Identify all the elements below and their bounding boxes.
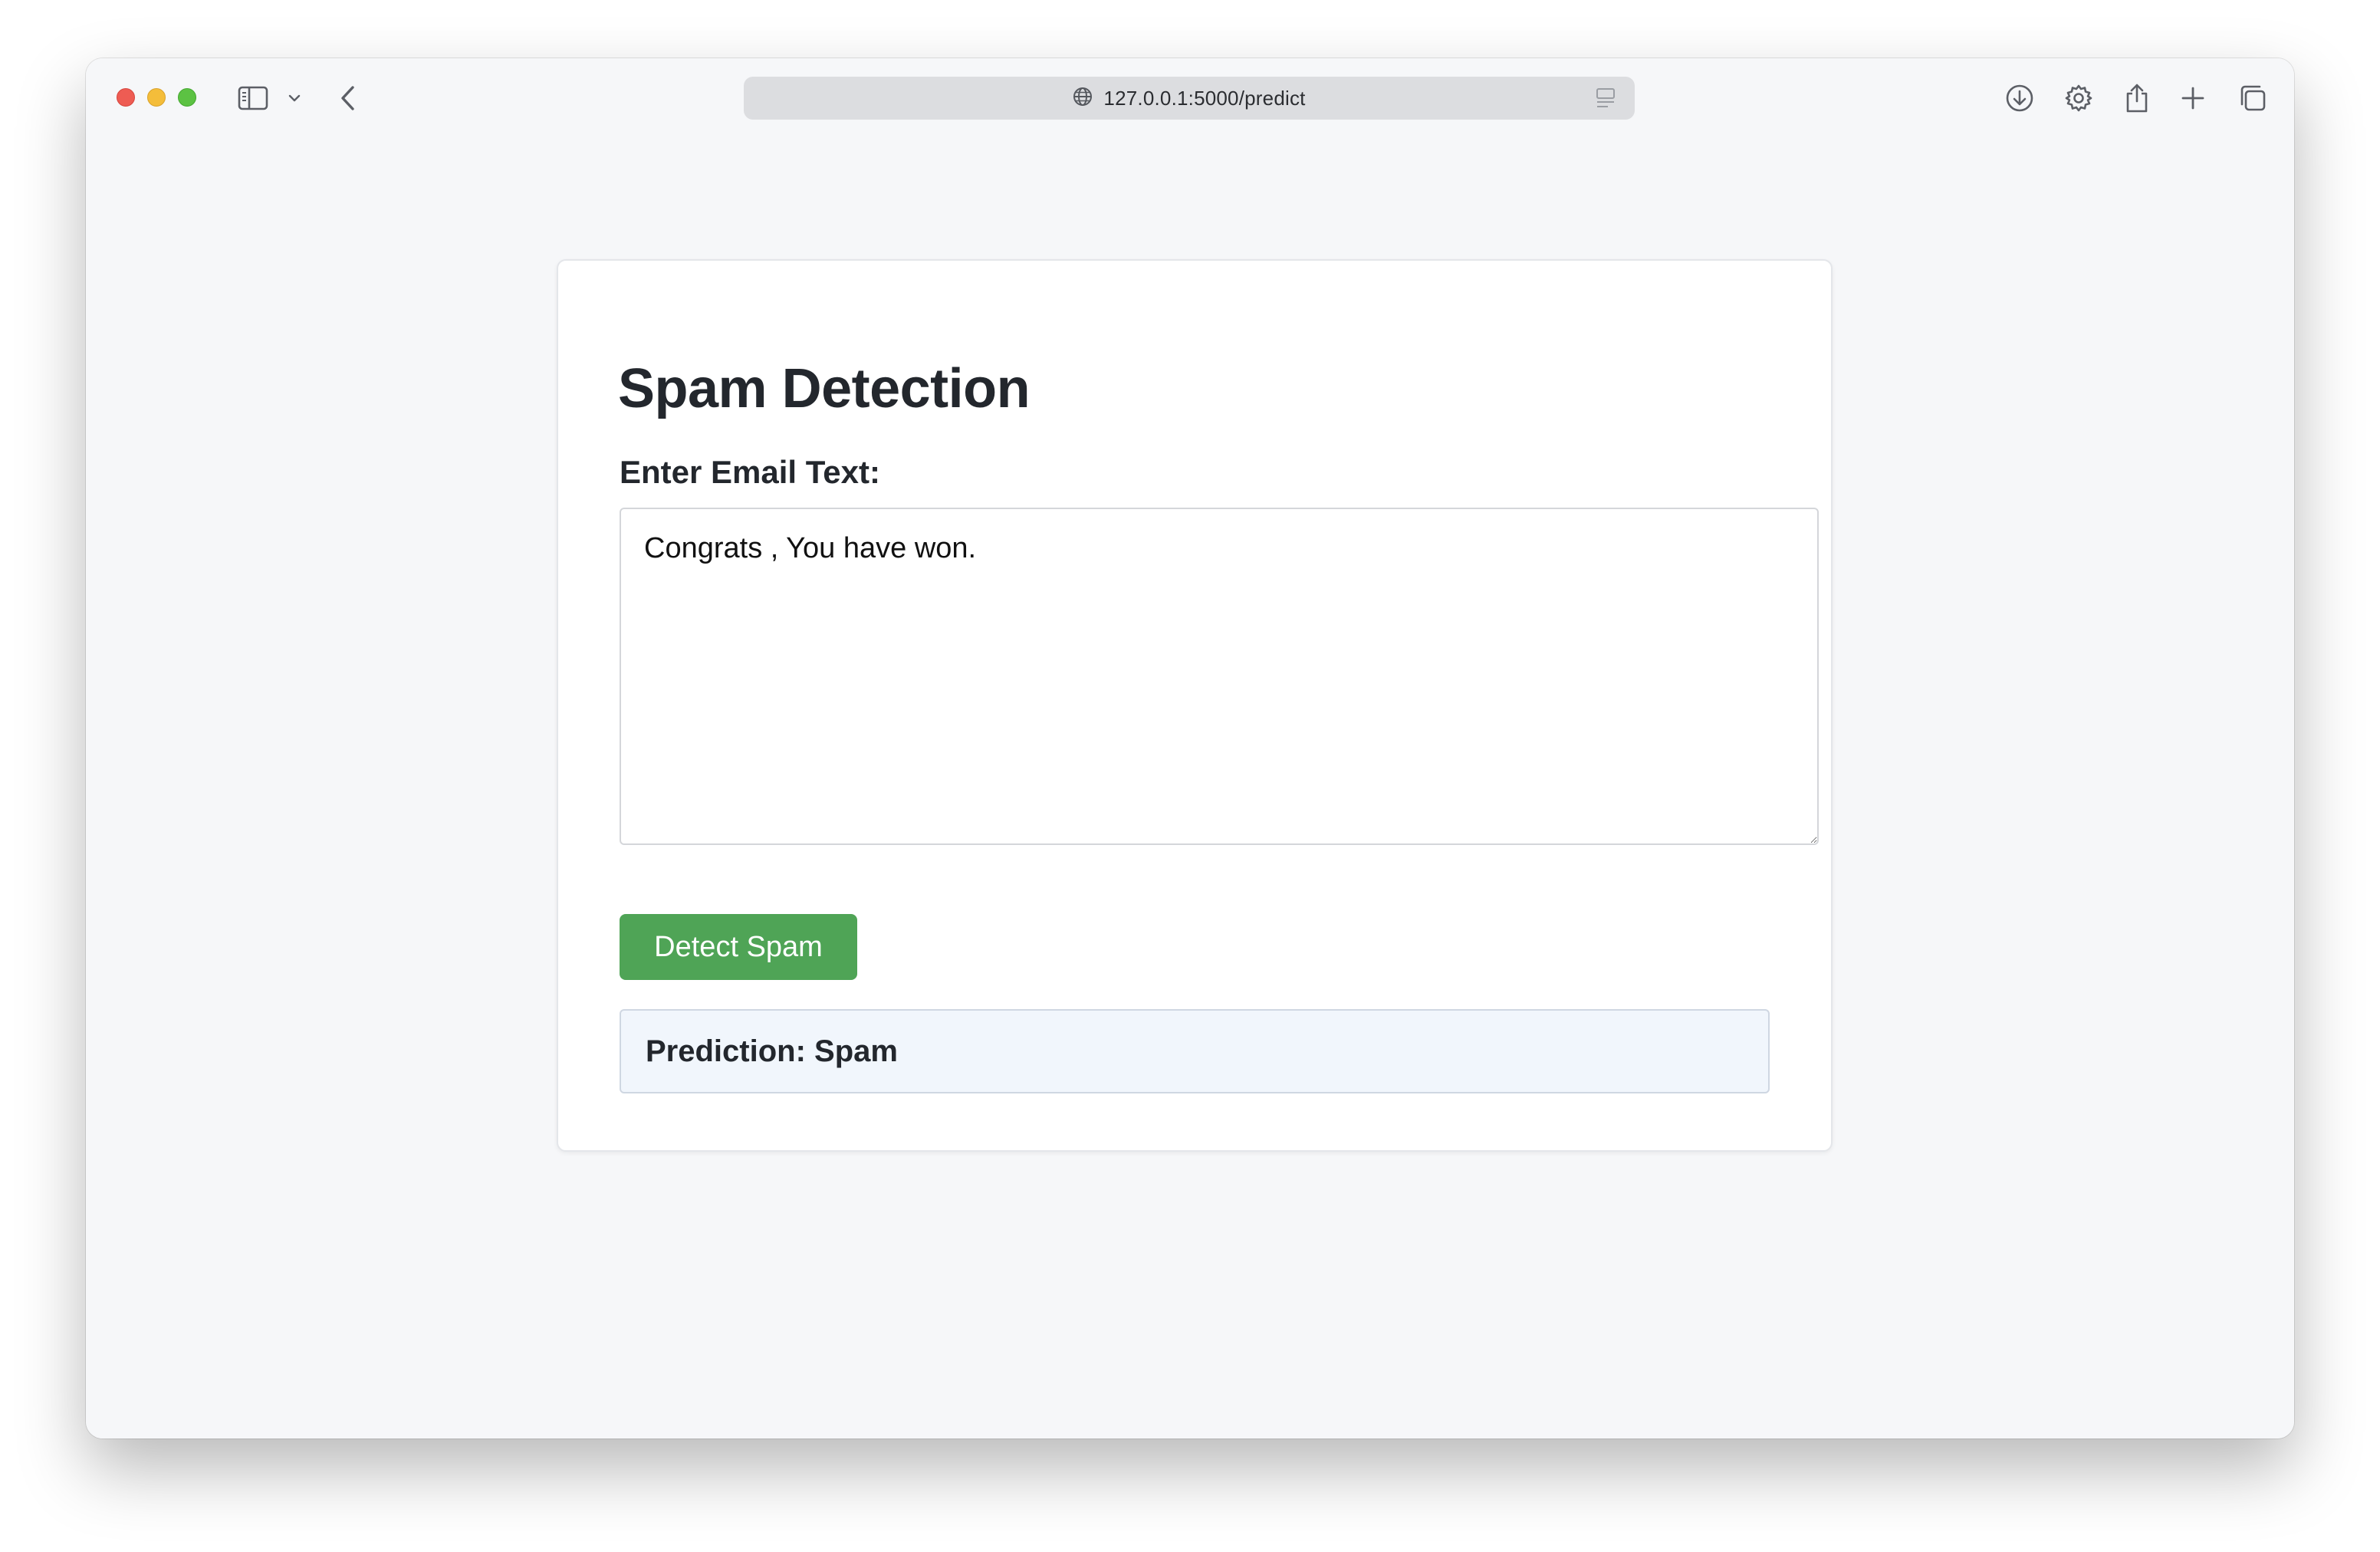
browser-toolbar: 127.0.0.1:5000/predict: [86, 58, 2294, 138]
page-title: Spam Detection: [618, 358, 1031, 419]
gear-icon[interactable]: [2062, 81, 2096, 115]
prediction-text: Prediction: Spam: [646, 1034, 898, 1068]
minimize-window-button[interactable]: [147, 88, 166, 107]
zoom-window-button[interactable]: [178, 88, 196, 107]
spam-form-card: Spam Detection Enter Email Text: Congrat…: [557, 259, 1833, 1152]
reader-icon[interactable]: [1595, 87, 1616, 109]
back-arrow-icon[interactable]: [333, 81, 363, 115]
chevron-down-icon[interactable]: [284, 89, 305, 107]
sidebar-icon[interactable]: [236, 84, 270, 112]
email-text-input[interactable]: Congrats , You have won.: [620, 508, 1819, 845]
prediction-result: Prediction: Spam: [620, 1009, 1770, 1093]
email-text-label: Enter Email Text:: [620, 454, 880, 490]
download-icon[interactable]: [2003, 81, 2036, 115]
globe-icon: [1073, 87, 1093, 110]
address-bar[interactable]: 127.0.0.1:5000/predict: [744, 77, 1635, 120]
url-text: 127.0.0.1:5000/predict: [1103, 86, 1306, 110]
page-content: Spam Detection Enter Email Text: Congrat…: [86, 138, 2294, 1439]
plus-icon[interactable]: [2176, 81, 2210, 115]
share-icon[interactable]: [2120, 81, 2154, 115]
detect-spam-button[interactable]: Detect Spam: [620, 914, 857, 980]
browser-window: 127.0.0.1:5000/predict Spam Detection En…: [86, 58, 2294, 1439]
tabs-overview-icon[interactable]: [2236, 81, 2270, 115]
close-window-button[interactable]: [117, 88, 135, 107]
